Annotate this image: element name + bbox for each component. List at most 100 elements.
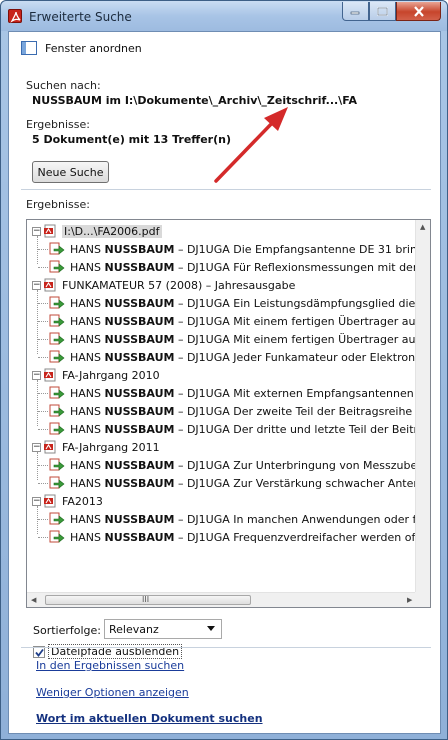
collapse-icon[interactable]: − <box>32 226 41 236</box>
search-hit-row[interactable]: HANS NUSSBAUM – DJ1UGA Für Reflexionsmes… <box>38 258 417 276</box>
tree-connector <box>38 267 48 268</box>
search-hit-row[interactable]: HANS NUSSBAUM – DJ1UGA Jeder Funkamateur… <box>38 348 417 366</box>
hit-match-term: NUSSBAUM <box>104 350 175 364</box>
search-hit-icon <box>49 314 65 328</box>
pdf-document-icon <box>44 224 57 238</box>
search-hit-row[interactable]: HANS NUSSBAUM – DJ1UGA Mit externen Empf… <box>38 384 417 402</box>
tree-connector <box>37 380 38 426</box>
tree-connector <box>38 537 48 538</box>
fewer-options-link[interactable]: Weniger Optionen anzeigen <box>36 686 189 699</box>
search-hit-icon <box>49 332 65 346</box>
search-hit-row[interactable]: HANS NUSSBAUM – DJ1UGA Der dritte und le… <box>38 420 417 438</box>
search-in-results-link[interactable]: In den Ergebnissen suchen <box>36 659 184 672</box>
vertical-scrollbar[interactable]: ▲ <box>415 220 430 592</box>
hit-match-term: NUSSBAUM <box>104 512 175 526</box>
search-hit-icon <box>49 386 65 400</box>
search-hit-icon <box>49 260 65 274</box>
hit-context: – DJ1UGA Der dritte und letzte Teil der … <box>177 422 417 436</box>
hit-context: – DJ1UGA Ein Leistungsdämpfungsglied die… <box>177 296 417 310</box>
scroll-up-icon[interactable]: ▲ <box>420 223 425 231</box>
scroll-left-icon[interactable]: ◀ <box>31 596 36 604</box>
sort-order-select[interactable]: Relevanz <box>104 619 222 639</box>
pdf-document-icon <box>44 368 57 382</box>
window-layout-icon <box>21 41 37 55</box>
scroll-corner <box>415 592 430 607</box>
hit-match-term: NUSSBAUM <box>104 314 175 328</box>
find-in-document-link[interactable]: Wort im aktuellen Dokument suchen <box>36 712 263 725</box>
horizontal-scrollbar[interactable]: ◀ III ▶ <box>27 592 417 607</box>
hit-match-term: NUSSBAUM <box>104 296 175 310</box>
search-hit-icon <box>49 476 65 490</box>
tree-connector <box>37 236 38 264</box>
collapse-icon[interactable]: − <box>32 496 41 506</box>
hit-author: HANS <box>70 296 105 310</box>
hit-context: – DJ1UGA Zur Verstärkung schwacher Anten… <box>177 476 417 490</box>
acrobat-app-icon <box>8 9 22 23</box>
search-hit-row[interactable]: HANS NUSSBAUM – DJ1UGA In manchen Anwend… <box>38 510 417 528</box>
results-tree-content: − I:\D...\FA2006.pdf HANS NUSSBAUM – DJ1UG… <box>27 220 417 592</box>
result-group[interactable]: − FA-Jahrgang 2010 <box>32 366 160 384</box>
tree-connector <box>38 249 48 250</box>
hit-author: HANS <box>70 350 105 364</box>
hit-match-term: NUSSBAUM <box>104 260 175 274</box>
tree-connector <box>38 393 48 394</box>
hit-author: HANS <box>70 512 105 526</box>
hit-match-term: NUSSBAUM <box>104 404 175 418</box>
pdf-document-icon <box>44 494 57 508</box>
hit-context: – DJ1UGA Die Empfangsantenne DE 31 bring… <box>177 242 417 256</box>
result-group[interactable]: − FA2013 <box>32 492 103 510</box>
result-group-title: FA-Jahrgang 2011 <box>62 440 160 454</box>
sort-order-value: Relevanz <box>109 622 159 636</box>
result-group[interactable]: − I:\D...\FA2006.pdf <box>32 222 162 240</box>
search-hit-icon <box>49 530 65 544</box>
search-hit-row[interactable]: HANS NUSSBAUM – DJ1UGA Mit einem fertige… <box>38 330 417 348</box>
scroll-right-icon[interactable]: ▶ <box>407 596 412 604</box>
search-hit-icon <box>49 512 65 526</box>
search-hit-row[interactable]: HANS NUSSBAUM – DJ1UGA Mit einem fertige… <box>38 312 417 330</box>
tree-connector <box>37 290 38 354</box>
window-title: Erweiterte Suche <box>29 10 132 24</box>
tree-connector <box>38 519 48 520</box>
hit-match-term: NUSSBAUM <box>104 530 175 544</box>
collapse-icon[interactable]: − <box>32 370 41 380</box>
result-group[interactable]: − FUNKAMATEUR 57 (2008) – Jahresausgabe <box>32 276 295 294</box>
arrange-window-label: Fenster anordnen <box>45 41 142 55</box>
search-hit-row[interactable]: HANS NUSSBAUM – DJ1UGA Der zweite Teil d… <box>38 402 417 420</box>
search-hit-row[interactable]: HANS NUSSBAUM – DJ1UGA Frequenzverdreifa… <box>38 528 417 546</box>
close-button[interactable] <box>396 2 441 21</box>
collapse-icon[interactable]: − <box>32 442 41 452</box>
results-count-value: 5 Dokument(e) mit 13 Treffer(n) <box>32 133 231 146</box>
collapse-icon[interactable]: − <box>32 280 41 290</box>
results-tree[interactable]: − I:\D...\FA2006.pdf HANS NUSSBAUM – DJ1UG… <box>26 219 431 608</box>
hit-context: – DJ1UGA Mit einem fertigen Übertrager a… <box>177 314 417 328</box>
hit-author: HANS <box>70 404 105 418</box>
search-hit-row[interactable]: HANS NUSSBAUM – DJ1UGA Zur Unterbringung… <box>38 456 417 474</box>
tree-connector <box>38 483 48 484</box>
minimize-button[interactable] <box>342 2 369 21</box>
title-bar[interactable]: Erweiterte Suche <box>1 1 447 31</box>
tree-connector <box>38 465 48 466</box>
tree-connector <box>37 506 38 534</box>
search-hit-icon <box>49 422 65 436</box>
results-count-label: Ergebnisse: <box>26 118 90 131</box>
arrange-window-button[interactable]: Fenster anordnen <box>21 41 142 55</box>
horizontal-scroll-thumb[interactable]: III <box>45 595 251 605</box>
search-hit-icon <box>49 350 65 364</box>
new-search-button[interactable]: Neue Suche <box>32 161 109 183</box>
result-group-title: I:\D...\FA2006.pdf <box>62 224 162 238</box>
scroll-grip: III <box>142 595 150 604</box>
search-hit-row[interactable]: HANS NUSSBAUM – DJ1UGA Ein Leistungsdämp… <box>38 294 417 312</box>
maximize-button[interactable] <box>369 2 396 21</box>
tree-connector <box>38 303 48 304</box>
search-hit-icon <box>49 458 65 472</box>
hit-match-term: NUSSBAUM <box>104 386 175 400</box>
search-hit-row[interactable]: HANS NUSSBAUM – DJ1UGA Die Empfangsanten… <box>38 240 417 258</box>
hit-match-term: NUSSBAUM <box>104 458 175 472</box>
result-group[interactable]: − FA-Jahrgang 2011 <box>32 438 160 456</box>
result-group-title: FA2013 <box>62 494 103 508</box>
hit-match-term: NUSSBAUM <box>104 422 175 436</box>
results-label: Ergebnisse: <box>26 198 90 211</box>
tree-connector <box>38 429 48 430</box>
minimize-icon <box>350 11 360 15</box>
search-hit-row[interactable]: HANS NUSSBAUM – DJ1UGA Zur Verstärkung s… <box>38 474 417 492</box>
